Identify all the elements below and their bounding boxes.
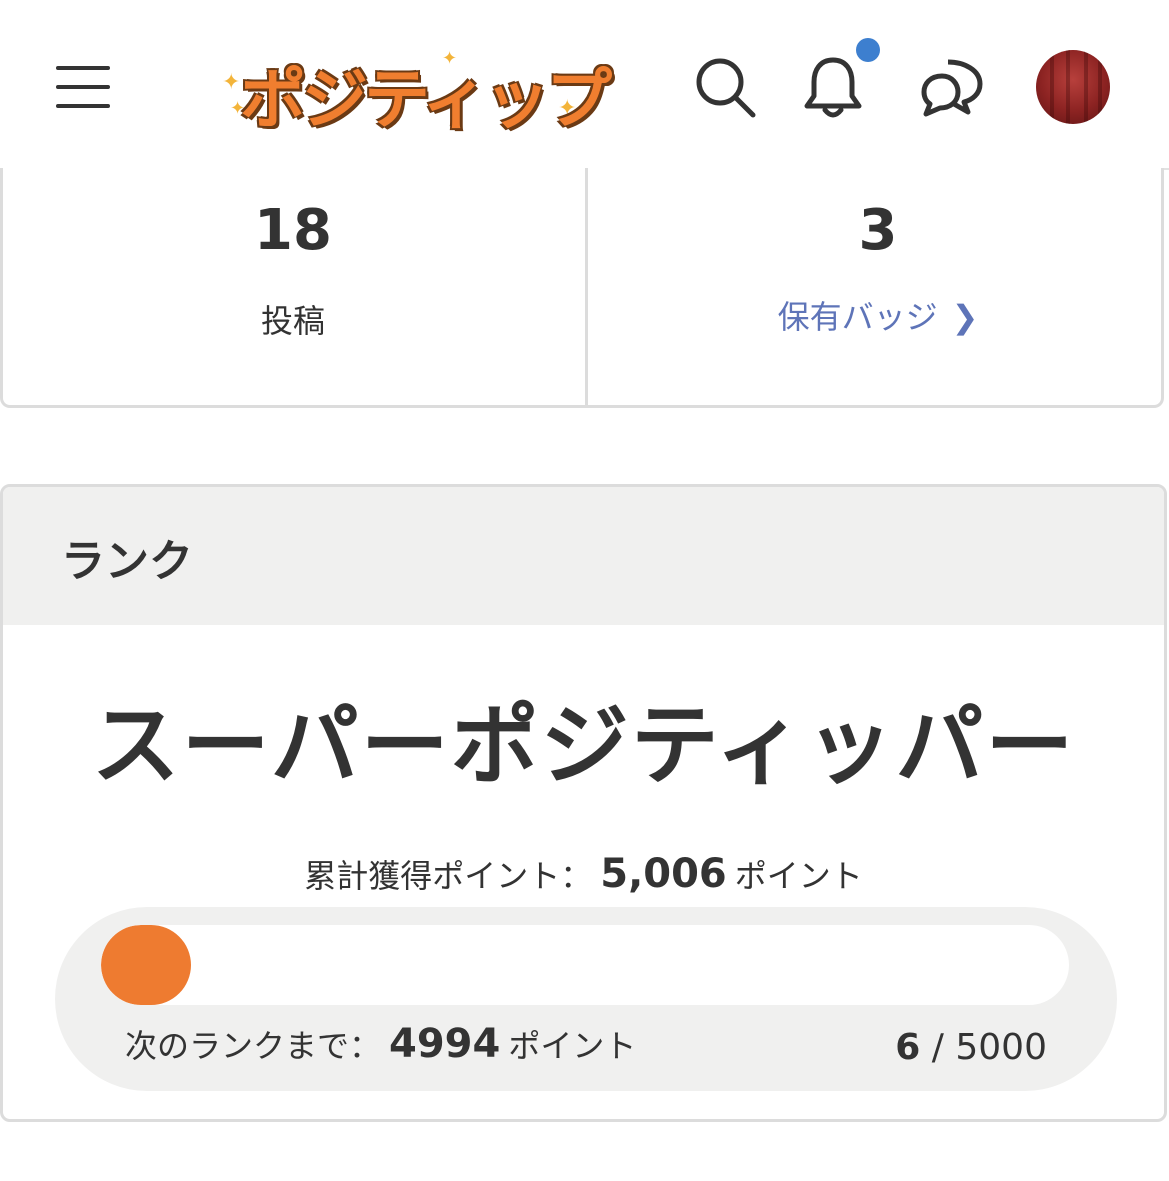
rank-name: スーパーポジティッパー: [91, 694, 1076, 797]
avatar-detail: [1050, 50, 1054, 124]
menu-bar-line: [56, 85, 110, 89]
next-rank-points: 4994: [389, 1021, 501, 1067]
site-logo[interactable]: ✦ ✦ ✦ ✦ ポジティップ: [220, 40, 612, 138]
menu-bar-line: [56, 66, 110, 70]
progress-track: [101, 925, 1069, 1005]
rank-card: ランク スーパーポジティッパー 累計獲得ポイント： 5,006 ポイント 次のランク…: [0, 484, 1167, 1122]
bell-icon[interactable]: [802, 54, 864, 120]
rank-section-title: ランク: [61, 536, 193, 587]
rank-card-header: ランク: [3, 487, 1164, 625]
total-points-label: 累計獲得ポイント：: [304, 857, 593, 895]
posts-count: 18: [254, 198, 332, 263]
user-avatar[interactable]: [1036, 50, 1110, 124]
stats-card: 18 投稿 3 保有バッジ ❯: [0, 168, 1164, 408]
progress-fill: [101, 925, 191, 1005]
badges-label: 保有バッジ: [777, 298, 938, 336]
search-icon[interactable]: [694, 56, 758, 120]
total-points-unit: ポイント: [734, 857, 863, 895]
progress-target: 5000: [955, 1027, 1047, 1068]
sparkle-icon: ✦: [222, 70, 241, 95]
hamburger-menu-icon[interactable]: [56, 66, 110, 110]
chat-icon[interactable]: [918, 54, 988, 120]
rank-progress-panel: 次のランクまで： 4994 ポイント 6 / 5000: [55, 907, 1117, 1091]
badges-link[interactable]: 保有バッジ ❯: [588, 292, 1168, 338]
avatar-detail: [1066, 50, 1070, 124]
badges-stat-link[interactable]: 3 保有バッジ ❯: [588, 168, 1168, 406]
chevron-right-icon: ❯: [951, 298, 979, 336]
avatar-detail: [1084, 50, 1088, 124]
notification-dot: [856, 38, 880, 62]
posts-stat: 18 投稿: [3, 168, 583, 406]
total-points-line: 累計獲得ポイント： 5,006 ポイント: [3, 851, 1164, 897]
progress-separator: /: [920, 1027, 956, 1068]
progress-current: 6: [895, 1027, 921, 1068]
logo-text: ポジティップ: [240, 61, 612, 138]
next-rank-unit: ポイント: [508, 1027, 637, 1065]
posts-label: 投稿: [260, 302, 325, 340]
avatar-detail: [1098, 50, 1102, 124]
badges-count: 3: [858, 198, 898, 263]
total-points-value: 5,006: [600, 851, 727, 897]
next-rank-label: 次のランクまで：: [125, 1027, 382, 1065]
app-header: ✦ ✦ ✦ ✦ ポジティップ: [0, 0, 1169, 170]
progress-ratio: 6 / 5000: [895, 1027, 1047, 1068]
next-rank-line: 次のランクまで： 4994 ポイント: [125, 1021, 636, 1067]
menu-bar-line: [56, 104, 110, 108]
